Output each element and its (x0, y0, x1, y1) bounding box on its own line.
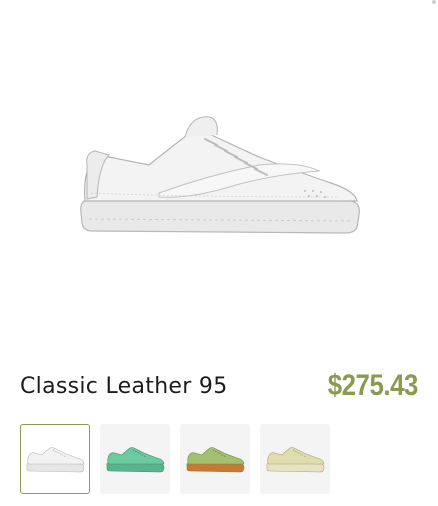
sneaker-thumb-image (266, 447, 325, 473)
sneaker-thumb-image (186, 447, 245, 473)
product-name: Classic Leather 95 (20, 373, 228, 399)
corner-dot (432, 0, 436, 4)
product-image (0, 0, 438, 360)
variant-thumb-cream[interactable] (260, 424, 330, 494)
product-price: $275.43 (327, 369, 419, 402)
color-variant-list (20, 424, 330, 494)
sneaker-thumb-image (106, 447, 165, 473)
variant-thumb-white[interactable] (20, 424, 90, 494)
product-info: Classic Leather 95 $275.43 (20, 366, 418, 406)
sneaker-thumb-image (26, 447, 85, 473)
sneaker-image (80, 116, 360, 234)
variant-thumb-mint[interactable] (100, 424, 170, 494)
variant-thumb-lime-gum[interactable] (180, 424, 250, 494)
product-card: Classic Leather 95 $275.43 (0, 0, 438, 506)
